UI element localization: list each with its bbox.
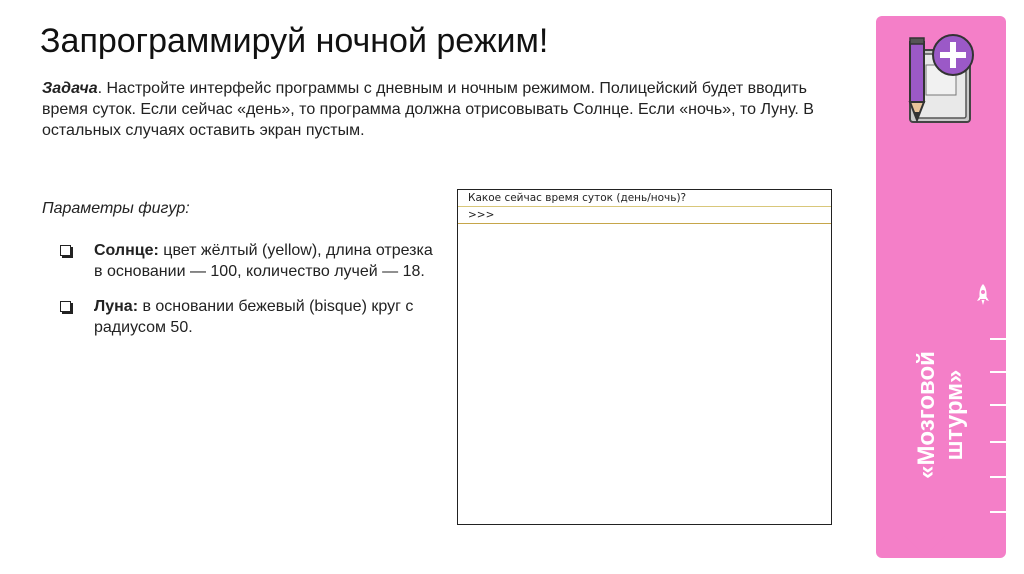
sidebar-notch bbox=[905, 536, 945, 556]
shape-item-sun: Солнце: цвет жёлтый (yellow), длина отре… bbox=[60, 240, 440, 282]
checkbox-bullet-icon bbox=[60, 301, 71, 312]
task-text: . Настройте интерфейс программы с дневны… bbox=[42, 80, 814, 139]
page-title: Запрограммируй ночной режим! bbox=[40, 22, 549, 60]
shape-description: в основании бежевый (bisque) круг с ради… bbox=[94, 298, 414, 336]
shape-name: Солнце: bbox=[94, 242, 159, 259]
params-title: Параметры фигур: bbox=[42, 200, 190, 217]
sidebar-label-text: «Мозговой штурм» bbox=[913, 351, 968, 479]
notebook-pencil-plus-icon bbox=[908, 34, 974, 123]
shape-name: Луна: bbox=[94, 298, 139, 315]
shape-item-moon: Луна: в основании бежевый (bisque) круг … bbox=[60, 296, 440, 338]
task-paragraph: Задача. Настройте интерфейс программы с … bbox=[42, 78, 842, 141]
checkbox-bullet-icon bbox=[60, 245, 71, 256]
console-window: Какое сейчас время суток (день/ночь)? >>… bbox=[457, 189, 832, 525]
console-prompt-line: Какое сейчас время суток (день/ночь)? bbox=[458, 190, 831, 207]
console-input-line[interactable]: >>> bbox=[458, 207, 831, 224]
shape-list: Солнце: цвет жёлтый (yellow), длина отре… bbox=[60, 240, 440, 352]
sidebar-label: «Мозговой штурм» bbox=[876, 300, 1006, 530]
task-label: Задача bbox=[42, 80, 98, 97]
rocket-icon bbox=[977, 284, 989, 305]
